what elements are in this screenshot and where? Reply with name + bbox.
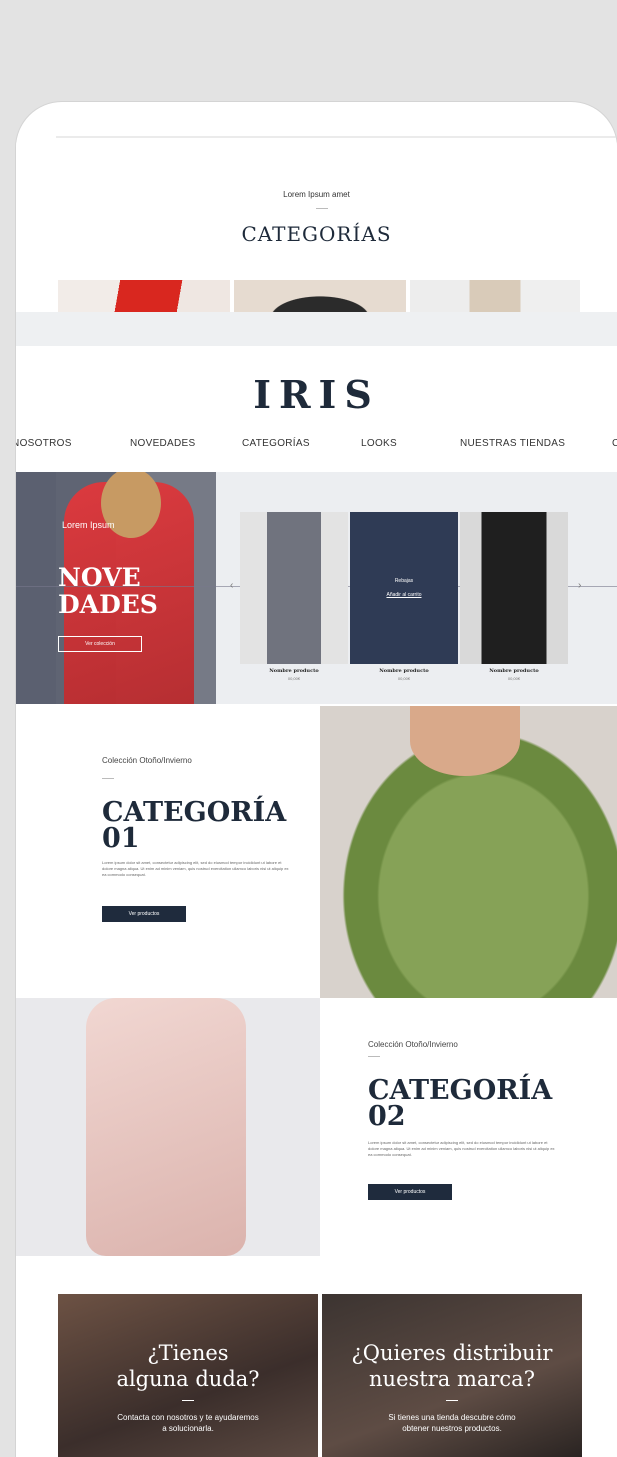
product-name: Nombre producto <box>489 668 539 674</box>
phone-mockup: Lorem Ipsum amet CATEGORÍAS IRIS E NOSOT… <box>16 102 617 1457</box>
nav-item-sobre-nosotros[interactable]: E NOSOTROS <box>16 438 72 449</box>
collection-label: Colección Otoño/Invierno <box>102 756 192 765</box>
main-nav: E NOSOTROS NOVEDADES CATEGORÍAS LOOKS NU… <box>16 438 617 458</box>
nav-item-nuestras-tiendas[interactable]: NUESTRAS TIENDAS <box>460 438 565 449</box>
divider <box>102 778 114 779</box>
promo-title: ¿Tienes alguna duda? <box>116 1341 260 1391</box>
category-02-section: Colección Otoño/Invierno CATEGORÍA 02 Lo… <box>16 998 617 1256</box>
category-01-section: Colección Otoño/Invierno CATEGORÍA 01 Lo… <box>16 706 617 998</box>
brand-logo[interactable]: IRIS <box>16 372 617 417</box>
add-to-cart-link[interactable]: Añadir al carrito <box>350 592 458 598</box>
novedades-title: NOVE DADES <box>58 563 158 619</box>
categories-subtitle: Lorem Ipsum amet <box>283 190 350 199</box>
nav-item-categorias[interactable]: CATEGORÍAS <box>242 438 310 449</box>
promo-title: ¿Quieres distribuir nuestra marca? <box>351 1341 553 1391</box>
promo-text: Si tienes una tienda descubre cómo obten… <box>388 1413 516 1433</box>
category-thumbnail-dark[interactable] <box>234 280 406 312</box>
ver-productos-button[interactable]: Ver productos <box>368 1184 452 1200</box>
novedades-subtitle: Lorem Ipsum <box>62 520 115 530</box>
ver-productos-button[interactable]: Ver productos <box>102 906 186 922</box>
divider <box>446 1400 458 1401</box>
product-card-image[interactable] <box>240 512 348 664</box>
divider <box>316 208 328 209</box>
contact-promo-card[interactable]: ¿Tienes alguna duda? Contacta con nosotr… <box>58 1294 318 1457</box>
nav-item-novedades[interactable]: NOVEDADES <box>130 438 196 449</box>
product-price: 00,00€ <box>287 676 301 681</box>
product-price: 00,00€ <box>397 676 411 681</box>
divider <box>368 1056 380 1057</box>
divider <box>182 1400 194 1401</box>
product-card-image[interactable]: Rebajas Añadir al carrito <box>350 512 458 664</box>
category-title: CATEGORÍA 01 <box>102 797 287 854</box>
nav-item-contacto[interactable]: C <box>612 438 617 449</box>
product-overlay-title: Rebajas <box>394 578 414 584</box>
nav-item-looks[interactable]: LOOKS <box>361 438 397 449</box>
categories-preview-section: Lorem Ipsum amet CATEGORÍAS <box>16 142 617 312</box>
product-price: 00,00€ <box>507 676 521 681</box>
category-title: CATEGORÍA 02 <box>368 1075 553 1132</box>
novedades-section: Lorem Ipsum NOVE DADES Ver colección ‹ ›… <box>16 472 617 704</box>
section-separator <box>16 312 617 346</box>
chevron-right-icon[interactable]: › <box>578 580 581 591</box>
promo-text: Contacta con nosotros y te ayudaremos a … <box>117 1413 259 1433</box>
ver-coleccion-button[interactable]: Ver colección <box>58 636 142 652</box>
product-name: Nombre producto <box>269 668 319 674</box>
category-thumbnail-beige[interactable] <box>410 280 580 312</box>
category-01-image[interactable] <box>320 706 617 998</box>
device-top-line <box>56 136 617 138</box>
distributor-promo-card[interactable]: ¿Quieres distribuir nuestra marca? Si ti… <box>322 1294 582 1457</box>
novedades-hero: Lorem Ipsum NOVE DADES Ver colección <box>16 472 216 704</box>
categories-title: CATEGORÍAS <box>241 222 392 246</box>
product-name: Nombre producto <box>379 668 429 674</box>
model-neck <box>410 706 520 776</box>
model-dress <box>86 998 246 1256</box>
product-card-image[interactable] <box>460 512 568 664</box>
chevron-left-icon[interactable]: ‹ <box>230 580 233 591</box>
category-description: Lorem ipsum dolor sit amet, consectetur … <box>102 860 289 877</box>
category-thumbnail-red[interactable] <box>58 280 230 312</box>
collection-label: Colección Otoño/Invierno <box>368 1040 458 1049</box>
category-02-image[interactable] <box>16 998 320 1256</box>
category-description: Lorem ipsum dolor sit amet, consectetur … <box>368 1140 555 1157</box>
